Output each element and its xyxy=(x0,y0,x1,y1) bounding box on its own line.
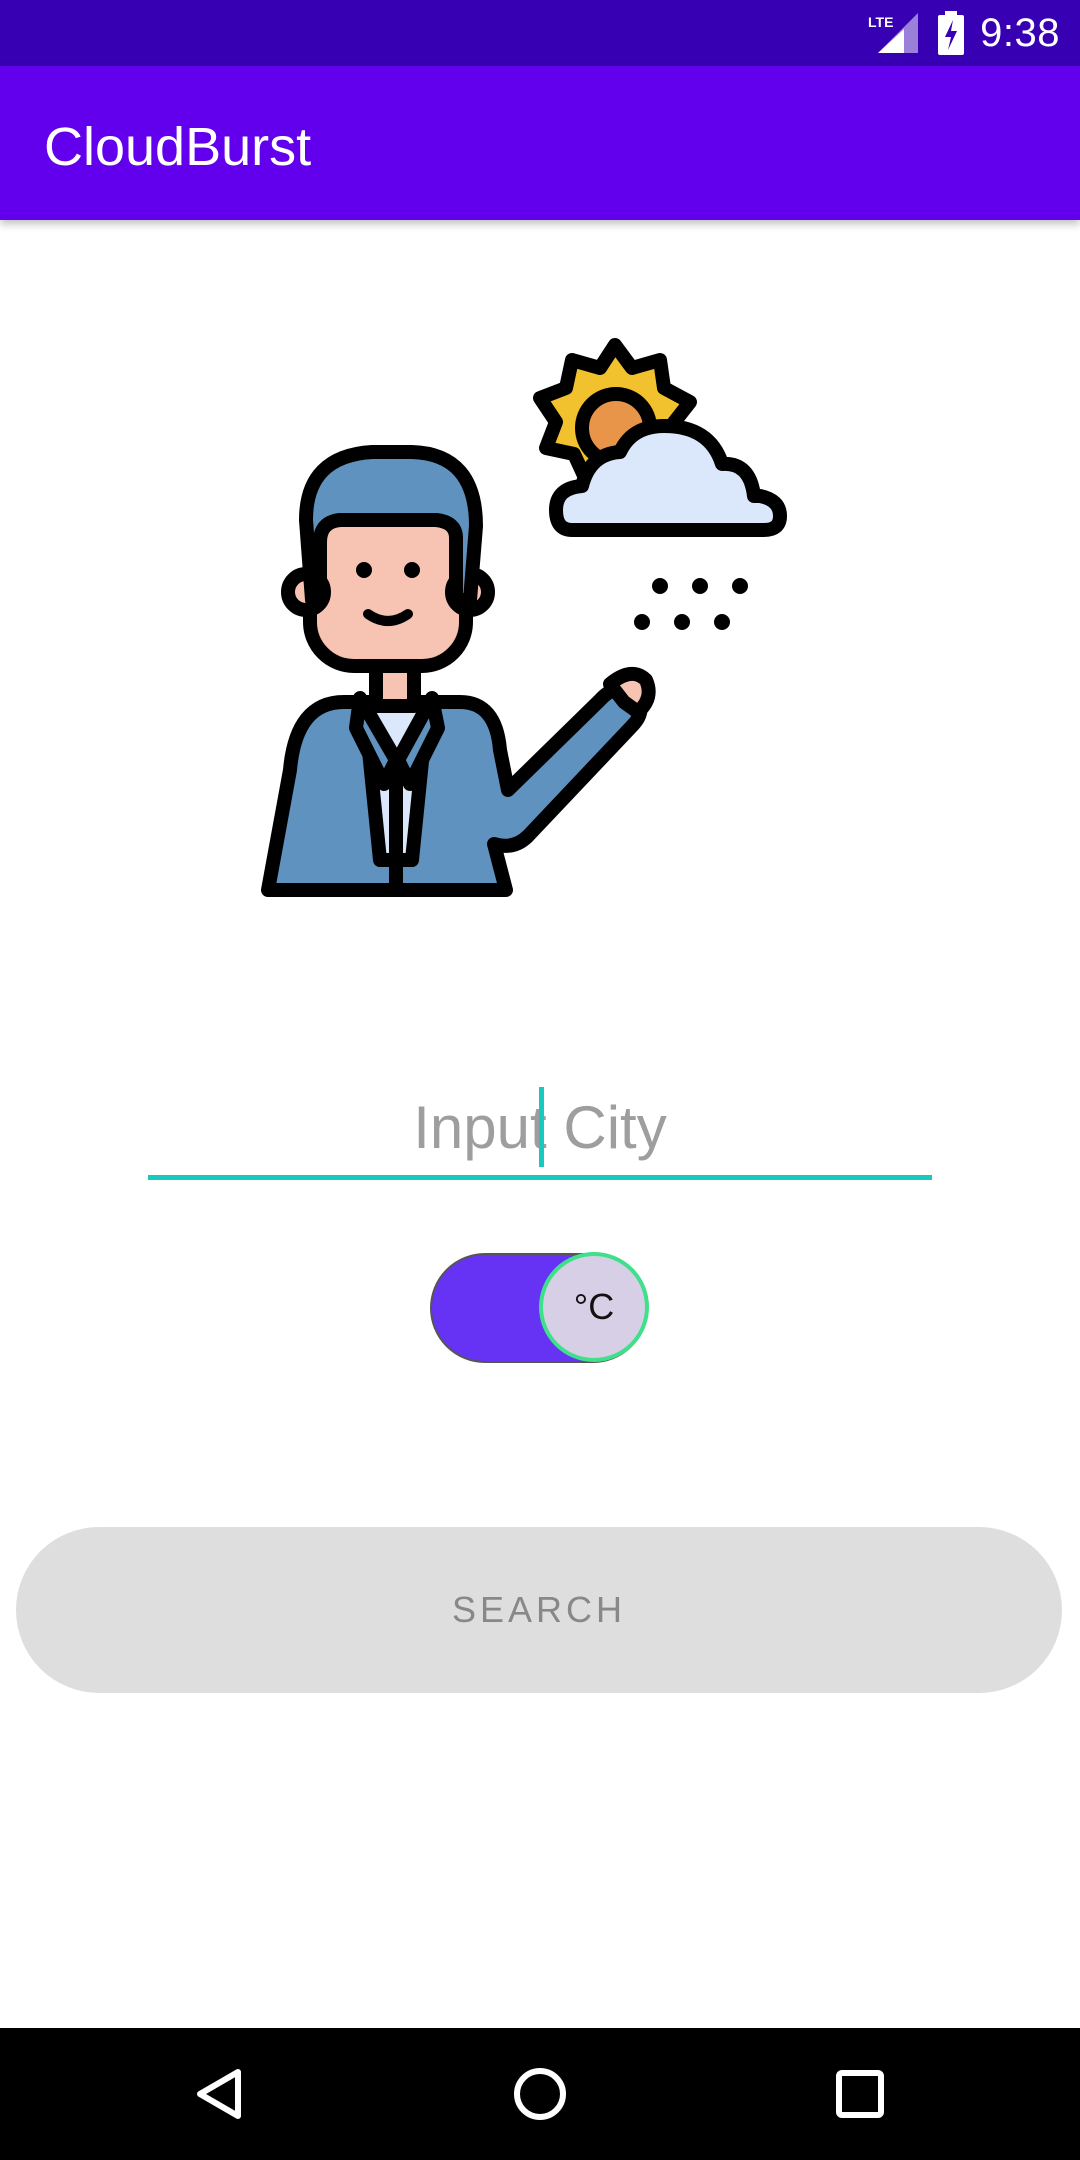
recents-icon[interactable] xyxy=(830,2064,890,2124)
navigation-bar xyxy=(0,2028,1080,2160)
lte-signal-icon: LTE xyxy=(868,13,919,53)
app-bar: CloudBurst xyxy=(0,66,1080,220)
status-icons: LTE 9:38 xyxy=(868,0,1060,66)
unit-toggle-switch[interactable]: °C xyxy=(430,1252,649,1363)
weather-presenter-illustration xyxy=(261,338,787,897)
toggle-thumb[interactable]: °C xyxy=(539,1252,649,1362)
back-icon[interactable] xyxy=(190,2064,250,2124)
home-icon[interactable] xyxy=(510,2064,570,2124)
status-bar: LTE 9:38 xyxy=(0,0,1080,66)
clock: 9:38 xyxy=(980,10,1060,55)
search-button[interactable]: SEARCH xyxy=(16,1527,1062,1693)
app-title: CloudBurst xyxy=(44,117,312,177)
text-cursor xyxy=(539,1087,544,1167)
battery-charging-icon xyxy=(938,11,965,55)
network-label: LTE xyxy=(868,14,893,30)
unit-label: °C xyxy=(573,1286,615,1327)
